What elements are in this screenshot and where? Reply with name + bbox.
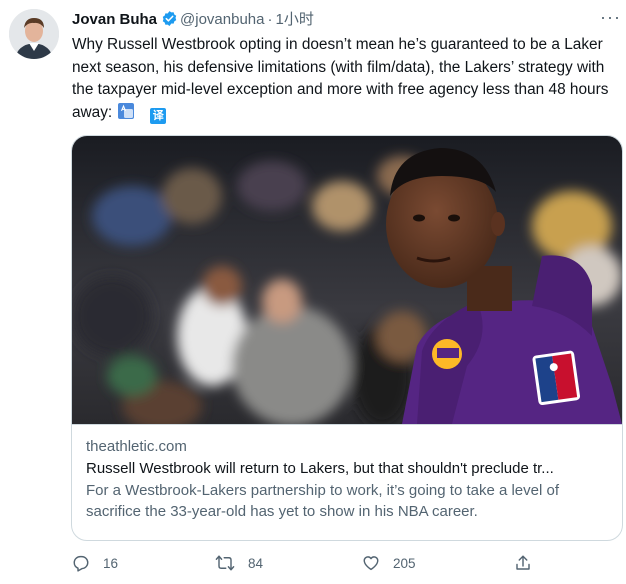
retweet-icon (215, 555, 235, 571)
tweet-header: Jovan Buha @jovanbuha · 1小时 (72, 10, 314, 32)
heart-icon (363, 556, 379, 571)
tweet-text: Why Russell Westbrook opting in doesn’t … (72, 34, 617, 124)
action-bar: 16 84 205 (72, 554, 612, 578)
card-domain: theathletic.com (86, 438, 187, 455)
link-card[interactable]: theathletic.com Russell Westbrook will r… (71, 135, 623, 541)
card-description: For a Westbrook-Lakers partnership to wo… (86, 482, 560, 520)
reply-icon (73, 555, 89, 572)
display-name[interactable]: Jovan Buha (72, 11, 157, 28)
google-translate-glyph-icon (119, 103, 134, 118)
retweet-button[interactable]: 84 (215, 554, 263, 572)
reply-button[interactable]: 16 (72, 554, 118, 572)
retweet-count: 84 (248, 555, 264, 571)
share-icon (516, 555, 530, 570)
handle[interactable]: @jovanbuha (180, 11, 264, 28)
more-options-icon[interactable]: ··· (600, 8, 621, 26)
avatar-image (9, 9, 59, 59)
card-title: Russell Westbrook will return to Lakers,… (86, 460, 554, 477)
timestamp[interactable]: 1小时 (276, 11, 314, 28)
verified-badge-icon (162, 11, 177, 26)
reply-count: 16 (103, 555, 119, 571)
share-button[interactable] (514, 554, 545, 572)
translate-icon[interactable]: 译 (150, 107, 167, 124)
google-translate-icon[interactable] (118, 102, 135, 119)
like-count: 205 (393, 555, 416, 571)
separator-dot: · (267, 11, 273, 28)
card-image (72, 136, 622, 425)
avatar[interactable] (9, 9, 59, 59)
like-button[interactable]: 205 (362, 554, 416, 572)
card-body: theathletic.com Russell Westbrook will r… (86, 436, 608, 522)
